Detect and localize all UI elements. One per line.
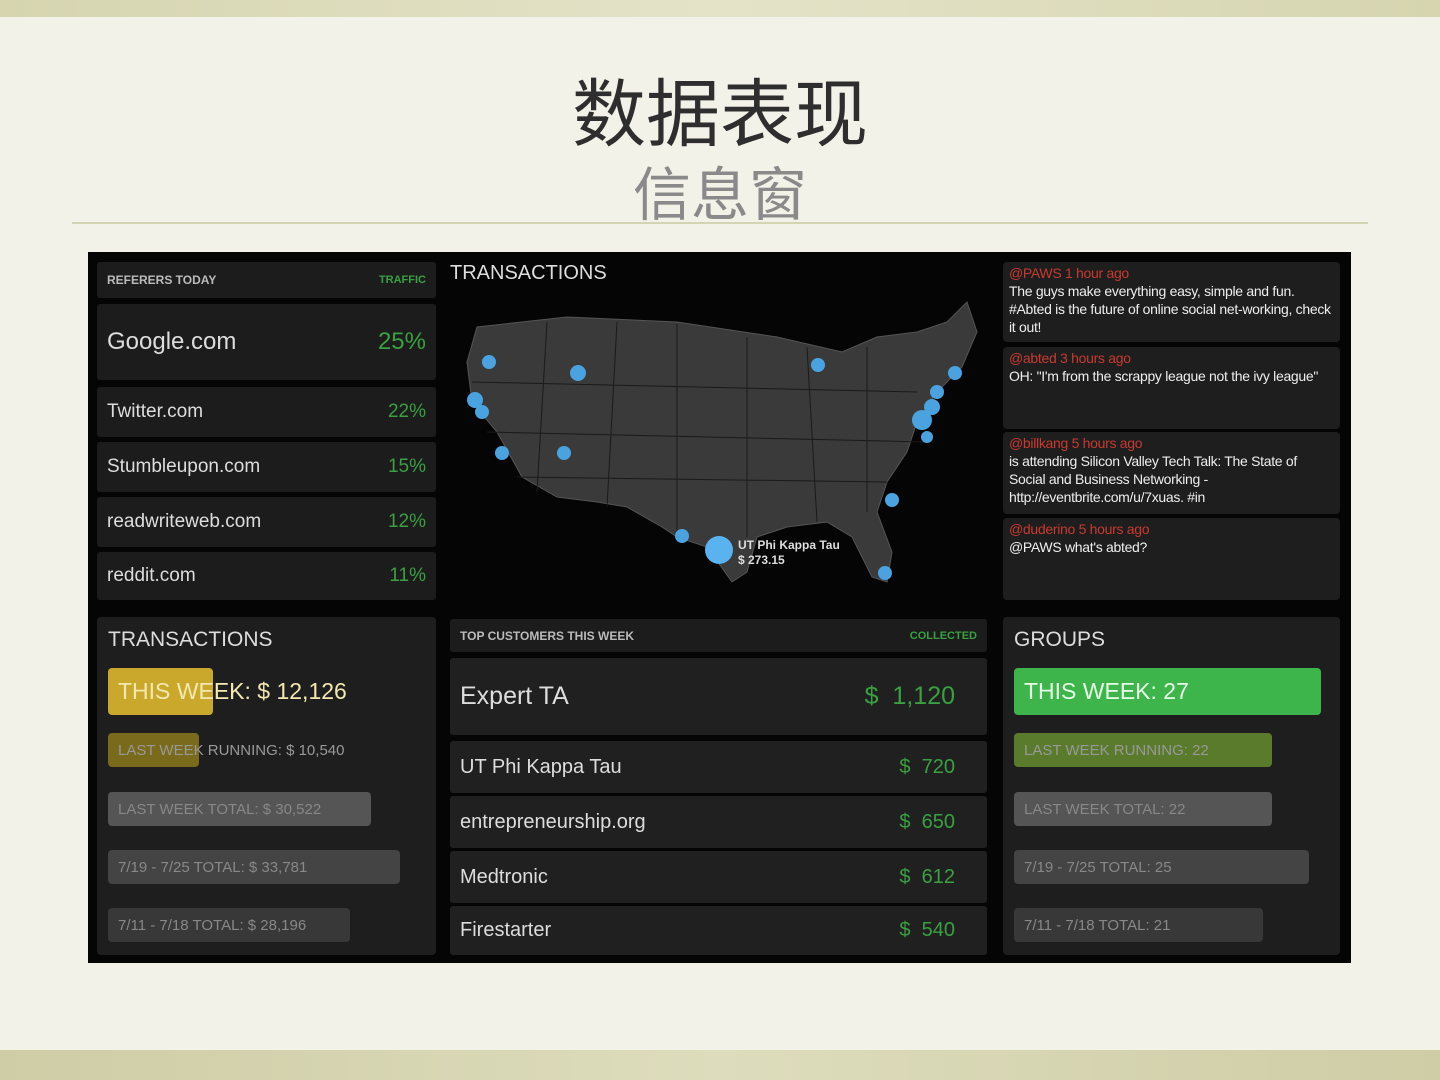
tweet-header: @duderino 5 hours ago bbox=[1009, 521, 1150, 537]
referrers-header: REFERERS TODAY TRAFFIC bbox=[97, 262, 436, 298]
customer-row: UT Phi Kappa Tau $ 720 bbox=[450, 741, 987, 793]
referrer-row: Stumbleupon.com 15% bbox=[97, 442, 436, 492]
transactions-bar: LAST WEEK RUNNING: $ 10,540 bbox=[108, 733, 344, 767]
referrer-site: Google.com bbox=[107, 328, 237, 355]
callout-amount: $ 273.15 bbox=[738, 553, 785, 567]
customer-amount: $ 720 bbox=[899, 755, 955, 778]
referrer-pct: 25% bbox=[377, 328, 426, 355]
bar-label: LAST WEEK RUNNING: 22 bbox=[1024, 741, 1209, 759]
referrer-row: reddit.com 11% bbox=[97, 552, 436, 600]
referrer-row: Google.com 25% bbox=[97, 304, 436, 380]
customer-row: Medtronic $ 612 bbox=[450, 851, 987, 903]
referrer-site: Twitter.com bbox=[107, 401, 204, 422]
referrer-pct: 11% bbox=[389, 565, 426, 586]
groups-panel: GROUPS THIS WEEK: 27 LAST WEEK RUNNING: 2… bbox=[1003, 617, 1340, 955]
dashboard-screenshot: REFERERS TODAY TRAFFIC Google.com 25% Twit… bbox=[88, 252, 1351, 963]
customer-name: Medtronic bbox=[460, 865, 548, 888]
tweet-body: @PAWS what's abted? bbox=[1009, 539, 1148, 555]
customer-amount: $ 1,120 bbox=[864, 682, 955, 710]
customer-amount: $ 540 bbox=[899, 919, 955, 941]
bar-label: LAST WEEK TOTAL: 22 bbox=[1024, 800, 1186, 818]
bar-label: 7/19 - 7/25 TOTAL: $ 33,781 bbox=[118, 858, 308, 876]
customer-name: Expert TA bbox=[460, 682, 569, 710]
bar-label: 7/11 - 7/18 TOTAL: $ 28,196 bbox=[118, 916, 307, 934]
transactions-title: TRANSACTIONS bbox=[108, 628, 273, 651]
referrer-pct: 15% bbox=[387, 456, 426, 477]
customer-amount: $ 650 bbox=[899, 810, 955, 833]
customer-row: Firestarter $ 540 bbox=[450, 906, 987, 955]
tweet: @duderino 5 hours ago @PAWS what's abted? bbox=[1003, 518, 1340, 600]
referrer-pct: 22% bbox=[387, 401, 426, 422]
transactions-bar: 7/11 - 7/18 TOTAL: $ 28,196 bbox=[108, 908, 351, 942]
groups-title: GROUPS bbox=[1014, 628, 1106, 651]
bar-label: LAST WEEK RUNNING: $ 10,540 bbox=[118, 741, 345, 759]
referrer-site: readwriteweb.com bbox=[107, 511, 262, 532]
groups-bar: LAST WEEK RUNNING: 22 bbox=[1014, 733, 1272, 767]
tweet-header: @abted 3 hours ago bbox=[1009, 350, 1131, 366]
referrer-site: reddit.com bbox=[107, 565, 196, 586]
transactions-panel: TRANSACTIONS THIS WEEK: $ 12,126 LAST WEE… bbox=[97, 617, 436, 955]
customer-name: entrepreneurship.org bbox=[460, 810, 646, 833]
bar-label: THIS WEEK: 27 bbox=[1024, 678, 1189, 704]
traffic-label: TRAFFIC bbox=[378, 274, 426, 286]
tweet-header: @PAWS 1 hour ago bbox=[1009, 265, 1129, 281]
collected-label: COLLECTED bbox=[909, 629, 977, 642]
transactions-bar: LAST WEEK TOTAL: $ 30,522 bbox=[108, 792, 371, 826]
bar-label: 7/19 - 7/25 TOTAL: 25 bbox=[1024, 858, 1172, 876]
groups-bar: 7/11 - 7/18 TOTAL: 21 bbox=[1014, 908, 1263, 942]
groups-bar: LAST WEEK TOTAL: 22 bbox=[1014, 792, 1272, 826]
us-map bbox=[466, 301, 978, 583]
bottom-band bbox=[0, 1050, 1440, 1080]
tweet: @billkang 5 hours ago is attending Silico… bbox=[1003, 432, 1340, 514]
map-callout: UT Phi Kappa Tau $ 273.15 bbox=[738, 538, 840, 568]
referrer-pct: 12% bbox=[387, 511, 426, 532]
referrer-row: Twitter.com 22% bbox=[97, 387, 436, 437]
transactions-bar: 7/19 - 7/25 TOTAL: $ 33,781 bbox=[108, 850, 400, 884]
top-band bbox=[0, 0, 1440, 17]
divider bbox=[72, 222, 1368, 224]
callout-name: UT Phi Kappa Tau bbox=[738, 538, 840, 552]
tweet-body: The guys make everything easy, simple an… bbox=[1009, 283, 1331, 335]
bar-label: THIS WEEK: $ 12,126 bbox=[118, 678, 347, 704]
tweet-body: OH: "I'm from the scrappy league not the… bbox=[1009, 368, 1319, 384]
bar-label: 7/11 - 7/18 TOTAL: 21 bbox=[1024, 916, 1171, 934]
slide-title: 数据表现 bbox=[572, 72, 868, 158]
customer-name: UT Phi Kappa Tau bbox=[460, 755, 622, 778]
customer-row: entrepreneurship.org $ 650 bbox=[450, 796, 987, 848]
tweet: @PAWS 1 hour ago The guys make everything… bbox=[1003, 262, 1340, 342]
customer-name: Firestarter bbox=[460, 919, 552, 941]
referrer-site: Stumbleupon.com bbox=[107, 456, 261, 477]
slide-subtitle: 信息窗 bbox=[632, 161, 807, 229]
tweet: @abted 3 hours ago OH: "I'm from the scra… bbox=[1003, 347, 1340, 429]
groups-bar: THIS WEEK: 27 bbox=[1014, 668, 1321, 715]
transactions-bar: THIS WEEK: $ 12,126 bbox=[108, 668, 347, 715]
tweet-body: is attending Silicon Valley Tech Talk: T… bbox=[1009, 453, 1297, 505]
bar-label: LAST WEEK TOTAL: $ 30,522 bbox=[118, 800, 322, 818]
referrer-row: readwriteweb.com 12% bbox=[97, 497, 436, 547]
referrers-title: REFERERS TODAY bbox=[107, 273, 217, 287]
customers-title: TOP CUSTOMERS THIS WEEK bbox=[460, 628, 635, 643]
tweet-header: @billkang 5 hours ago bbox=[1009, 435, 1143, 451]
customer-amount: $ 612 bbox=[899, 865, 955, 888]
customer-row: Expert TA $ 1,120 bbox=[450, 658, 987, 735]
customers-header: TOP CUSTOMERS THIS WEEK COLLECTED bbox=[450, 619, 987, 652]
groups-bar: 7/19 - 7/25 TOTAL: 25 bbox=[1014, 850, 1309, 884]
